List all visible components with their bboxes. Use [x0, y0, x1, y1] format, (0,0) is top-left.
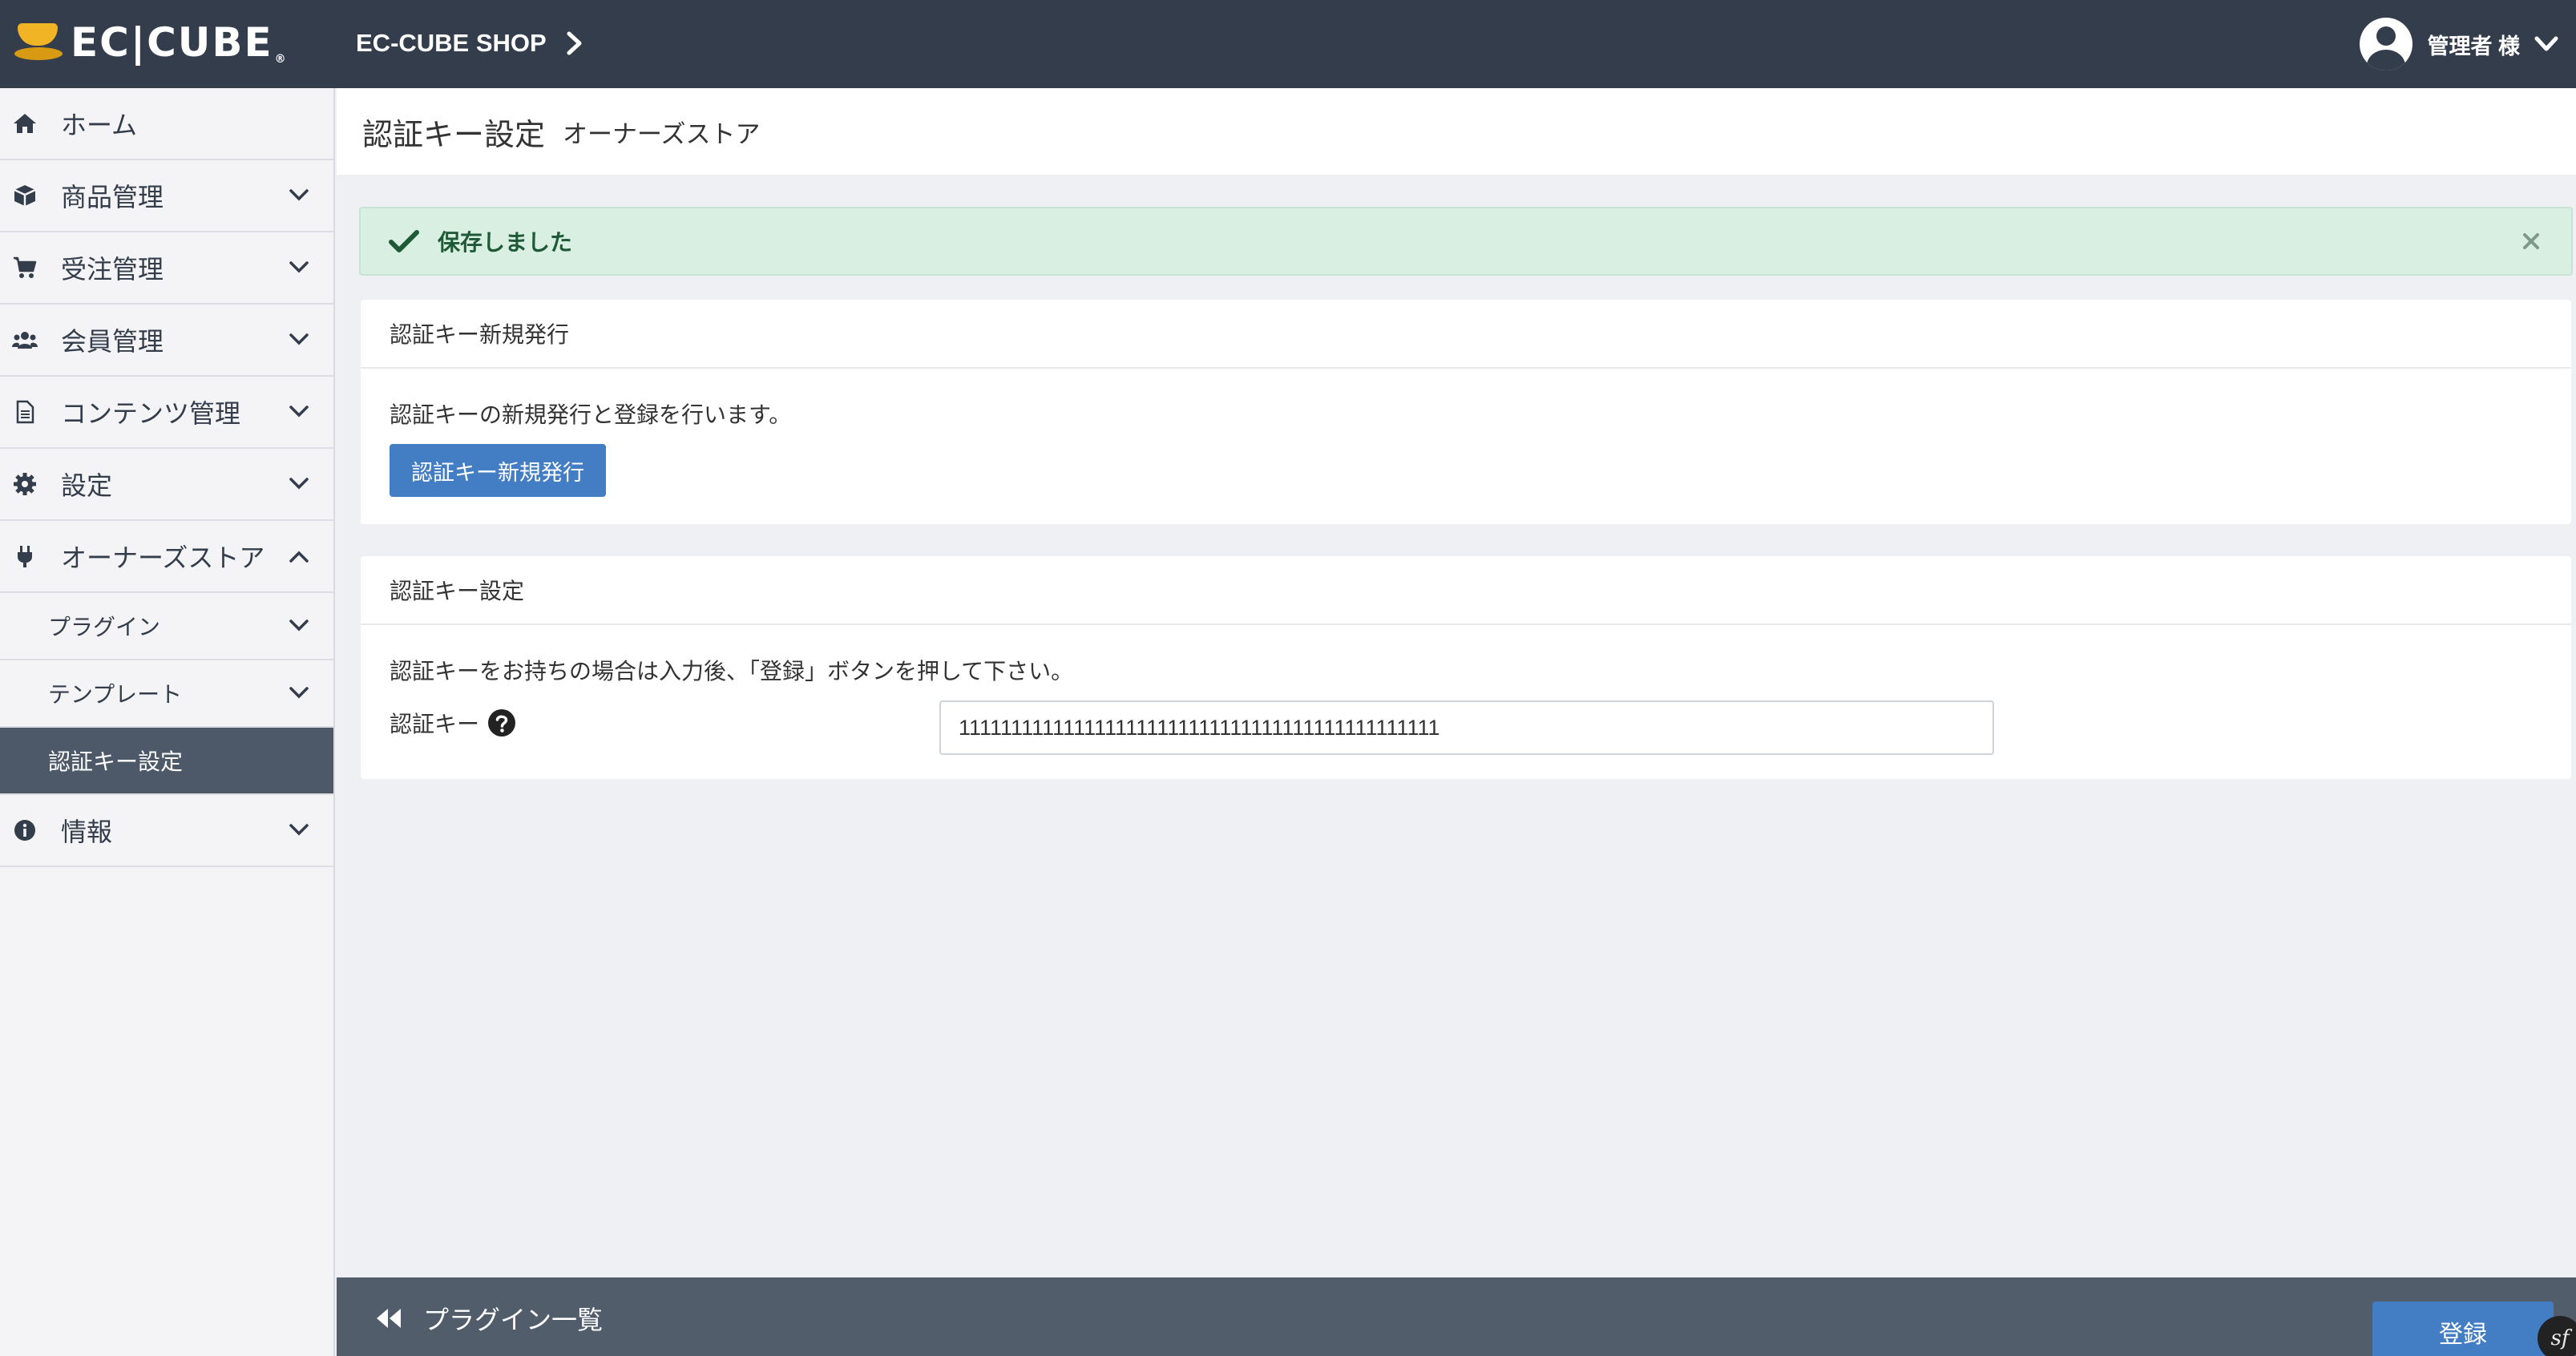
page-title: 認証キー設定 [362, 118, 546, 152]
auth-key-input[interactable]: 1111111111111111111111111111111111111111… [939, 700, 1994, 755]
page-subtitle: オーナーズストア [563, 119, 761, 148]
chevron-down-icon [289, 687, 309, 699]
file-icon [11, 398, 38, 426]
sidebar-item-settings[interactable]: 設定 [0, 449, 333, 521]
sidebar-item-orders[interactable]: 受注管理 [0, 232, 333, 305]
users-icon [11, 326, 38, 353]
help-icon[interactable] [487, 708, 516, 737]
sidebar-item-owners-store[interactable]: オーナーズストア [0, 521, 333, 593]
sidebar-item-contents[interactable]: コンテンツ管理 [0, 377, 333, 449]
gear-icon [11, 470, 38, 498]
sidebar-subitem-auth-key[interactable]: 認証キー設定 [0, 728, 333, 795]
chevron-down-icon [289, 478, 309, 490]
chevron-down-icon [289, 261, 309, 273]
chevron-down-icon [289, 619, 309, 632]
cart-icon [11, 254, 38, 281]
user-menu[interactable]: 管理者 様 [2360, 8, 2558, 80]
key-settings-description: 認証キーをお持ちの場合は入力後、「登録」ボタンを押して下さい。 [390, 659, 1074, 684]
key-settings-card-header: 認証キー設定 [361, 556, 2571, 625]
chevron-down-icon [289, 189, 309, 201]
sidebar: ホーム 商品管理 受注管理 会員管理 コンテンツ管理 設定 オーナーズストア プ… [0, 88, 335, 1356]
sidebar-item-home[interactable]: ホーム [0, 88, 333, 160]
box-icon [11, 182, 38, 209]
register-button[interactable]: 登録 [2372, 1302, 2554, 1356]
shop-name: EC-CUBE SHOP [356, 29, 547, 57]
logo-text: EC|CUBE ® [71, 19, 288, 66]
chevron-down-icon [289, 406, 309, 418]
chevron-right-icon [567, 31, 582, 55]
top-header: EC|CUBE ® EC-CUBE SHOP 管理者 様 [0, 0, 2576, 88]
sidebar-item-label: 受注管理 [61, 255, 164, 284]
sidebar-item-label: 商品管理 [61, 183, 164, 212]
sidebar-item-label: ホーム [61, 111, 138, 139]
new-key-card: 認証キー新規発行 認証キーの新規発行と登録を行います。 認証キー新規発行 [361, 300, 2571, 524]
key-settings-card: 認証キー設定 認証キーをお持ちの場合は入力後、「登録」ボタンを押して下さい。 認… [361, 556, 2571, 779]
new-key-card-header: 認証キー新規発行 [361, 300, 2571, 369]
shop-link[interactable]: EC-CUBE SHOP [356, 21, 583, 66]
chevron-down-icon [289, 824, 309, 836]
sidebar-item-products[interactable]: 商品管理 [0, 160, 333, 232]
page-title-bar: 認証キー設定 オーナーズストア [337, 88, 2576, 175]
ec-cube-logo[interactable]: EC|CUBE ® [14, 14, 295, 71]
plug-icon [11, 543, 38, 570]
sidebar-subitem-label: プラグイン [48, 615, 161, 640]
auth-key-label: 認証キー [390, 707, 516, 739]
user-avatar-icon [2360, 18, 2413, 71]
new-key-description: 認証キーの新規発行と登録を行います。 [390, 402, 792, 427]
check-icon [389, 230, 419, 252]
logo-cup-icon [14, 20, 64, 65]
home-icon [11, 110, 38, 137]
sidebar-item-label: 情報 [61, 817, 113, 846]
sidebar-subitem-plugins[interactable]: プラグイン [0, 593, 333, 660]
issue-new-key-button[interactable]: 認証キー新規発行 [390, 444, 606, 497]
user-name: 管理者 様 [2427, 34, 2520, 59]
auth-key-row: 認証キー 11111111111111111111111111111111111… [390, 700, 2542, 757]
sidebar-subitem-templates[interactable]: テンプレート [0, 660, 333, 728]
sidebar-item-label: コンテンツ管理 [61, 399, 241, 428]
close-icon[interactable] [2521, 232, 2541, 251]
sidebar-subitem-label: 認証キー設定 [48, 749, 184, 774]
sidebar-item-label: 設定 [61, 471, 113, 500]
symfony-toolbar-icon[interactable]: sf [2538, 1316, 2576, 1356]
sidebar-item-label: オーナーズストア [61, 543, 265, 572]
alert-message: 保存しました [438, 230, 573, 255]
info-icon [11, 817, 38, 844]
sidebar-item-members[interactable]: 会員管理 [0, 305, 333, 377]
chevron-down-icon [2534, 36, 2558, 51]
footer-action-bar: プラグイン一覧 登録 [337, 1277, 2576, 1356]
sidebar-item-label: 会員管理 [61, 327, 164, 356]
back-link-label: プラグイン一覧 [423, 1306, 604, 1334]
success-alert: 保存しました [359, 207, 2573, 276]
sidebar-item-info[interactable]: 情報 [0, 795, 333, 867]
chevron-down-icon [289, 333, 309, 345]
double-chevron-left-icon [377, 1309, 401, 1328]
sidebar-subitem-label: テンプレート [48, 682, 183, 707]
chevron-up-icon [289, 551, 309, 563]
back-to-plugin-list-link[interactable]: プラグイン一覧 [373, 1300, 603, 1337]
